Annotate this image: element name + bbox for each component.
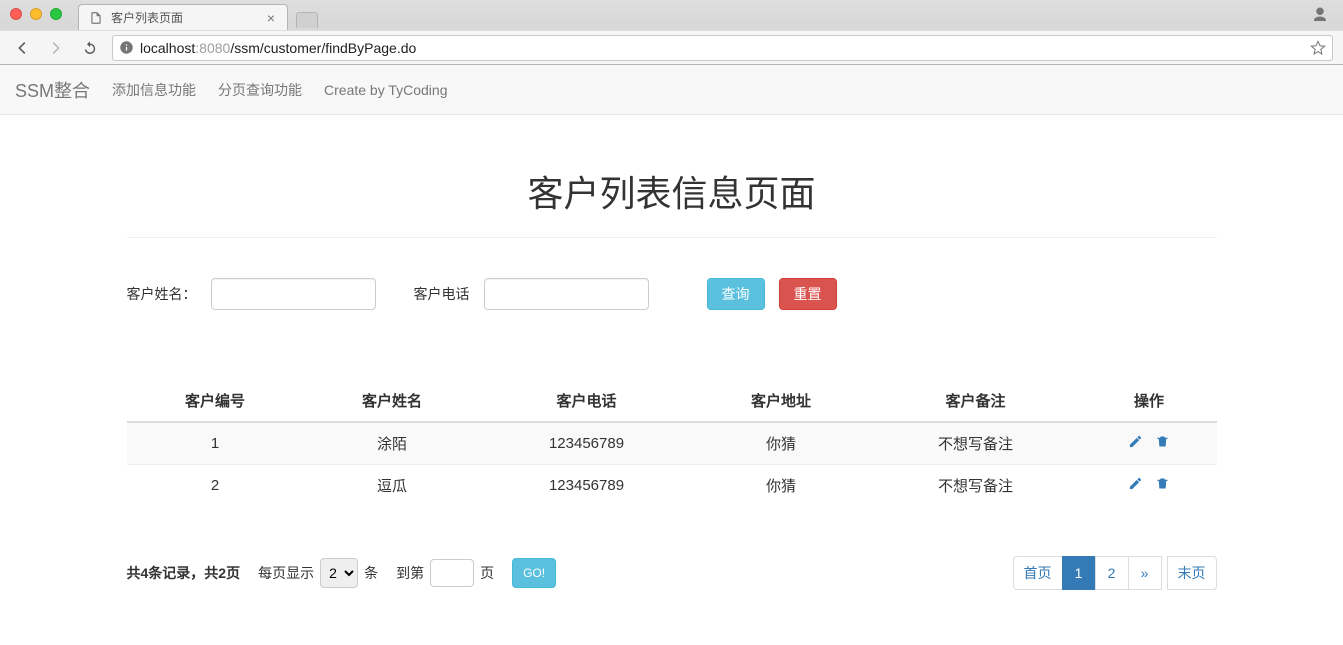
- site-info-icon[interactable]: [119, 40, 134, 55]
- th-actions: 操作: [1081, 380, 1216, 422]
- cell-address: 你猜: [693, 422, 870, 465]
- delete-icon[interactable]: [1155, 476, 1170, 495]
- phone-label: 客户电话: [414, 284, 470, 304]
- page-first[interactable]: 首页: [1013, 556, 1063, 590]
- table-row: 1涂陌123456789你猜不想写备注: [127, 422, 1217, 465]
- nav-link-credits[interactable]: Create by TyCoding: [324, 82, 447, 98]
- forward-button[interactable]: [44, 36, 68, 60]
- page-favicon-icon: [89, 11, 103, 25]
- cell-address: 你猜: [693, 465, 870, 507]
- per-page-suffix: 条: [364, 563, 378, 583]
- reset-button[interactable]: 重置: [779, 278, 837, 310]
- customer-table: 客户编号 客户姓名 客户电话 客户地址 客户备注 操作 1涂陌123456789…: [127, 380, 1217, 506]
- cell-actions: [1081, 465, 1216, 507]
- browser-toolbar: localhost:8080/ssm/customer/findByPage.d…: [0, 30, 1343, 64]
- window-zoom-icon[interactable]: [50, 8, 62, 20]
- name-label: 客户姓名：: [127, 284, 197, 304]
- cell-id: 1: [127, 422, 304, 465]
- goto-page-input[interactable]: [430, 559, 474, 587]
- browser-tab[interactable]: 客户列表页面 ×: [78, 4, 288, 30]
- cell-name: 逗瓜: [303, 465, 480, 507]
- per-page-prefix: 每页显示: [258, 563, 314, 583]
- cell-phone: 123456789: [480, 422, 692, 465]
- search-button[interactable]: 查询: [707, 278, 765, 310]
- th-remark: 客户备注: [870, 380, 1082, 422]
- page-2[interactable]: 2: [1095, 556, 1129, 590]
- window-close-icon[interactable]: [10, 8, 22, 20]
- goto-page-control: 到第 页: [396, 559, 494, 587]
- cell-id: 2: [127, 465, 304, 507]
- th-id: 客户编号: [127, 380, 304, 422]
- table-footer: 共4条记录，共2页 每页显示 2 条 到第 页 GO! 首页12»末页: [127, 556, 1217, 590]
- table-row: 2逗瓜123456789你猜不想写备注: [127, 465, 1217, 507]
- cell-actions: [1081, 422, 1216, 465]
- search-form: 客户姓名： 客户电话 查询 重置: [127, 278, 1217, 310]
- tab-close-icon[interactable]: ×: [265, 11, 277, 25]
- url-text: localhost:8080/ssm/customer/findByPage.d…: [140, 40, 1304, 56]
- cell-remark: 不想写备注: [870, 465, 1082, 507]
- new-tab-button[interactable]: [296, 12, 318, 28]
- th-name: 客户姓名: [303, 380, 480, 422]
- customer-name-input[interactable]: [211, 278, 376, 310]
- divider: [127, 237, 1217, 238]
- edit-icon[interactable]: [1128, 476, 1143, 495]
- bookmark-star-icon[interactable]: [1310, 40, 1326, 56]
- tab-title: 客户列表页面: [111, 9, 265, 26]
- page-1[interactable]: 1: [1062, 556, 1096, 590]
- app-navbar: SSM整合 添加信息功能 分页查询功能 Create by TyCoding: [0, 65, 1343, 115]
- main-container: 客户列表信息页面 客户姓名： 客户电话 查询 重置 客户编号 客户姓名 客户电话…: [87, 165, 1257, 590]
- go-button[interactable]: GO!: [512, 558, 556, 588]
- back-button[interactable]: [10, 36, 34, 60]
- goto-suffix: 页: [480, 563, 494, 583]
- th-address: 客户地址: [693, 380, 870, 422]
- tab-strip: 客户列表页面 ×: [0, 0, 1343, 30]
- delete-icon[interactable]: [1155, 434, 1170, 453]
- brand[interactable]: SSM整合: [15, 77, 90, 103]
- cell-name: 涂陌: [303, 422, 480, 465]
- reload-button[interactable]: [78, 36, 102, 60]
- cell-remark: 不想写备注: [870, 422, 1082, 465]
- nav-link-add[interactable]: 添加信息功能: [112, 80, 196, 100]
- profile-icon[interactable]: [1311, 6, 1329, 24]
- window-controls: [10, 8, 62, 20]
- table-header-row: 客户编号 客户姓名 客户电话 客户地址 客户备注 操作: [127, 380, 1217, 422]
- browser-chrome: 客户列表页面 × localhost:8080/ssm/customer/fin…: [0, 0, 1343, 65]
- nav-link-paging[interactable]: 分页查询功能: [218, 80, 302, 100]
- page-last[interactable]: 末页: [1167, 556, 1217, 590]
- window-minimize-icon[interactable]: [30, 8, 42, 20]
- th-phone: 客户电话: [480, 380, 692, 422]
- record-summary: 共4条记录，共2页: [127, 563, 241, 583]
- page-next[interactable]: »: [1128, 556, 1162, 590]
- edit-icon[interactable]: [1128, 434, 1143, 453]
- customer-phone-input[interactable]: [484, 278, 649, 310]
- page-title: 客户列表信息页面: [127, 165, 1217, 217]
- cell-phone: 123456789: [480, 465, 692, 507]
- per-page-select[interactable]: 2: [320, 558, 358, 588]
- pagination: 首页12»末页: [1013, 556, 1217, 590]
- address-bar[interactable]: localhost:8080/ssm/customer/findByPage.d…: [112, 35, 1333, 61]
- per-page-control: 每页显示 2 条: [258, 558, 378, 588]
- goto-prefix: 到第: [396, 563, 424, 583]
